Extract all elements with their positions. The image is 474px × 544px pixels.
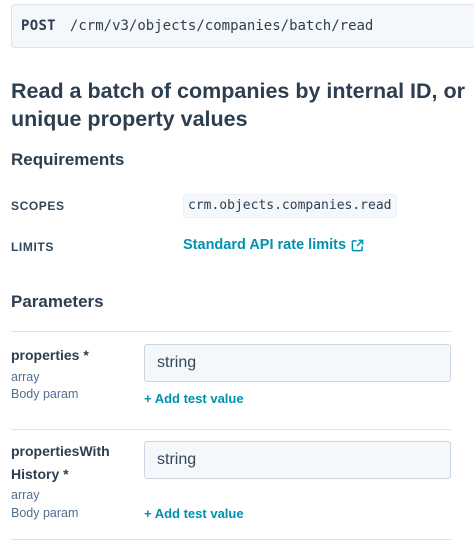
scopes-label: SCOPES xyxy=(11,199,65,213)
properties-with-history-input[interactable]: string xyxy=(144,441,451,479)
param-location: Body param xyxy=(11,506,79,520)
external-link-icon xyxy=(351,239,364,251)
rate-limits-link[interactable]: Standard API rate limits xyxy=(183,237,364,253)
endpoint-path: /crm/v3/objects/companies/batch/read xyxy=(69,18,374,34)
divider xyxy=(11,331,451,332)
param-type: array xyxy=(11,488,40,502)
add-test-value-button[interactable]: + Add test value xyxy=(144,391,244,406)
limits-label: LIMITS xyxy=(11,240,54,254)
rate-limits-link-text: Standard API rate limits xyxy=(183,237,347,253)
http-method: POST xyxy=(21,18,56,34)
endpoint-bar: POST /crm/v3/objects/companies/batch/rea… xyxy=(11,4,474,48)
page-title: Read a batch of companies by internal ID… xyxy=(11,79,465,131)
param-type: array xyxy=(11,370,40,384)
divider xyxy=(11,429,451,430)
parameters-heading: Parameters xyxy=(11,292,104,311)
param-name-properties-with-history: propertiesWith History * xyxy=(11,443,110,482)
properties-input[interactable]: string xyxy=(144,344,451,382)
scope-value: crm.objects.companies.read xyxy=(183,194,397,218)
divider xyxy=(11,539,451,540)
add-test-value-button[interactable]: + Add test value xyxy=(144,506,244,521)
param-location: Body param xyxy=(11,387,79,401)
requirements-heading: Requirements xyxy=(11,150,125,169)
param-name-properties: properties * xyxy=(11,347,89,363)
